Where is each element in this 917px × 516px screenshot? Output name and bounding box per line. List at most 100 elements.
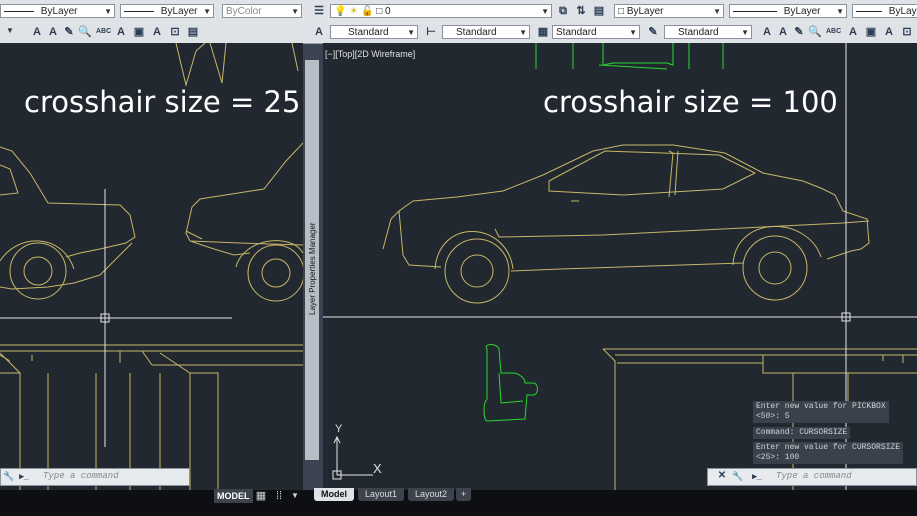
text-frame-icon[interactable]: ▤ <box>186 25 200 39</box>
lineweight-preview <box>856 10 882 12</box>
right-command-input[interactable]: Type a command <box>776 471 852 481</box>
car-pillars <box>668 150 679 198</box>
viewport-controls[interactable]: [−][Top][2D Wireframe] <box>325 49 415 59</box>
text-align-icon[interactable]: A <box>114 25 128 39</box>
ucs-x-label: X <box>373 461 382 476</box>
snap-icon[interactable]: ⁞⁞ <box>272 489 286 503</box>
convert-units-icon[interactable]: ⊡ <box>168 25 182 39</box>
tab-model[interactable]: Model <box>314 488 354 501</box>
car-body-right <box>185 142 303 256</box>
model-space-button[interactable]: MODEL <box>214 489 253 503</box>
text-style-combo[interactable]: Standard ▼ <box>330 25 418 39</box>
dim-style-manager-icon[interactable]: ⊢ <box>424 25 438 39</box>
left-viewport[interactable]: crosshair size = 25 <box>0 43 303 490</box>
tab-layout1[interactable]: Layout1 <box>358 488 405 501</box>
car-wheel-left <box>9 242 67 300</box>
wrench-icon[interactable]: 🔧 <box>3 470 15 482</box>
spell-check-icon[interactable]: ABC <box>826 25 841 39</box>
chevron-down-icon: ▼ <box>407 28 415 37</box>
left-command-input[interactable]: Type a command <box>43 471 119 481</box>
dim-style-combo[interactable]: Standard ▼ <box>442 25 530 39</box>
chevron-down-icon[interactable]: ▼ <box>288 489 302 503</box>
make-current-layer-icon[interactable]: ⧉ <box>556 4 570 18</box>
linetype-value: ByLayer <box>783 6 821 17</box>
lineweight-preview <box>124 10 154 12</box>
spell-check-icon[interactable]: ABC <box>96 25 111 39</box>
left-caption: crosshair size = 25 <box>24 85 301 119</box>
color-combo[interactable]: □ ByLayer ▼ <box>614 4 724 18</box>
text-justify-icon[interactable]: A <box>882 25 896 39</box>
color-value: ByLayer <box>626 6 664 17</box>
text-justify-icon[interactable]: A <box>150 25 164 39</box>
edit-text-icon[interactable]: A <box>776 25 790 39</box>
add-layout-tab[interactable]: + <box>456 488 472 501</box>
command-prompt-icon[interactable]: ▸_ <box>750 470 764 482</box>
history-line: Enter new value for CURSORSIZE <box>756 443 901 452</box>
text-edit-pen-icon[interactable]: ✎ <box>62 25 76 39</box>
wrench-icon[interactable]: 🔧 <box>732 470 744 482</box>
layer-name: 0 <box>385 6 391 17</box>
car-hub-rear <box>758 251 792 285</box>
chevron-down-icon: ▼ <box>291 7 299 16</box>
left-lineweight-value: ByLayer <box>160 6 198 17</box>
find-text-icon[interactable]: 🔍 <box>808 25 822 39</box>
command-history-2: Command: CURSORSIZE <box>753 427 851 439</box>
lineweight-value: ByLayer <box>888 6 917 17</box>
car-wheel-right <box>247 244 303 302</box>
right-command-bar[interactable]: ✕ 🔧 ▸_ Type a command <box>707 468 917 486</box>
car-body <box>382 144 870 268</box>
left-linetype-value: ByLayer <box>40 6 78 17</box>
lineweight-combo[interactable]: ByLayer <box>852 4 917 18</box>
dim-style-value: Standard <box>456 27 497 38</box>
chevron-down-icon[interactable]: ▼ <box>6 26 14 35</box>
text-scale-icon[interactable]: ▣ <box>864 25 878 39</box>
edit-text-icon[interactable]: A <box>46 25 60 39</box>
command-prompt-icon[interactable]: ▸_ <box>17 470 31 482</box>
table-style-combo[interactable]: Standard ▼ <box>552 25 640 39</box>
text-align-icon[interactable]: A <box>846 25 860 39</box>
left-plotstyle-combo[interactable]: ByColor ▼ <box>222 4 302 18</box>
chevron-down-icon: ▼ <box>629 28 637 37</box>
chevron-down-icon: ▼ <box>741 28 749 37</box>
right-caption: crosshair size = 100 <box>543 85 838 119</box>
text-style-manager-icon[interactable]: A <box>312 25 326 39</box>
layer-manager-icon[interactable]: ☰ <box>312 4 326 18</box>
history-line: Enter new value for PICKBOX <box>756 402 886 411</box>
car-wheel-rear <box>742 235 808 301</box>
multileader-style-manager-icon[interactable]: ✎ <box>646 25 660 39</box>
car-body-left <box>0 146 136 290</box>
history-line: <25>: 100 <box>756 453 800 462</box>
left-plotstyle-value: ByColor <box>226 6 262 17</box>
left-lineweight-combo[interactable]: ByLayer ▼ <box>120 4 214 18</box>
layer-color-swatch: □ <box>376 6 383 17</box>
platform <box>0 344 303 366</box>
ucs-y-label: Y <box>335 423 343 435</box>
car-wheel-front <box>444 238 510 304</box>
car-hub-left <box>23 256 53 286</box>
car-lower-line <box>494 220 870 272</box>
drawing-fragment <box>291 43 299 72</box>
grid-icon[interactable]: ▦ <box>254 489 268 503</box>
layer-previous-icon[interactable]: ⇅ <box>574 4 588 18</box>
layer-combo[interactable]: 💡 ☀ 🔓 □ 0 ▼ <box>330 4 552 18</box>
text-style-icon[interactable]: A <box>30 25 44 39</box>
find-text-icon[interactable]: 🔍 <box>78 25 92 39</box>
text-style-icon[interactable]: A <box>760 25 774 39</box>
table-style-manager-icon[interactable]: ▦ <box>536 25 550 39</box>
left-linetype-combo[interactable]: ByLayer ▼ <box>0 4 115 18</box>
right-viewport[interactable]: [−][Top][2D Wireframe] crosshair size = … <box>323 43 917 490</box>
sun-icon: ☀ <box>349 6 359 17</box>
text-edit-pen-icon[interactable]: ✎ <box>792 25 806 39</box>
left-command-bar[interactable]: 🔧 ▸_ Type a command <box>0 468 190 486</box>
multileader-style-combo[interactable]: Standard ▼ <box>664 25 752 39</box>
command-history-3: Enter new value for CURSORSIZE <25>: 100 <box>753 442 904 464</box>
text-scale-icon[interactable]: ▣ <box>132 25 146 39</box>
convert-units-icon[interactable]: ⊡ <box>900 25 914 39</box>
top-green-fragment <box>535 43 724 70</box>
linetype-combo[interactable]: ByLayer ▼ <box>729 4 847 18</box>
tab-layout2[interactable]: Layout2 <box>408 488 455 501</box>
chevron-down-icon: ▼ <box>836 7 844 16</box>
bulb-icon: 💡 <box>334 6 347 17</box>
layer-state-icon[interactable]: ▤ <box>592 4 606 18</box>
close-icon[interactable]: ✕ <box>716 470 728 482</box>
